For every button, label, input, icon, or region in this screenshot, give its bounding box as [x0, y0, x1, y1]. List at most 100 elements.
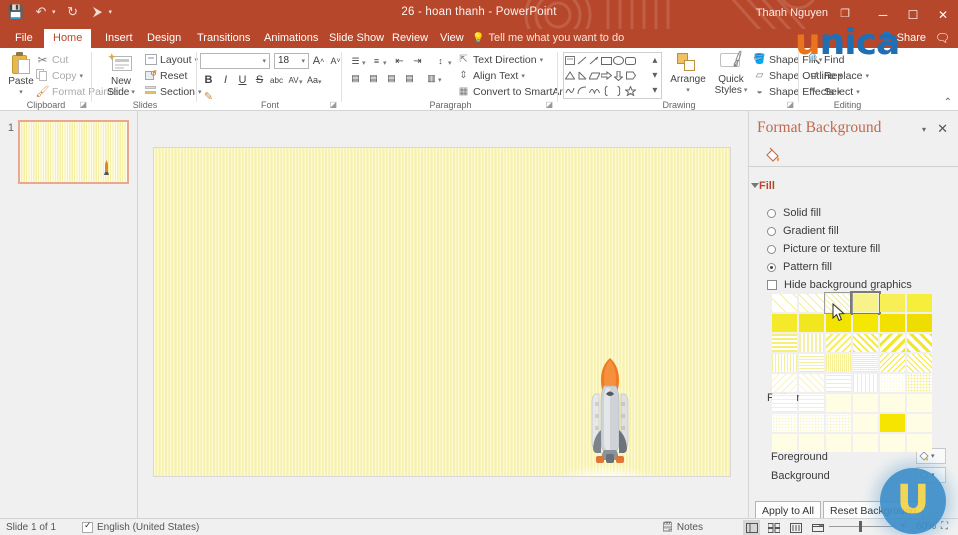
tab-review[interactable]: Review: [383, 29, 437, 48]
picture-texture-fill-radio[interactable]: [767, 245, 776, 254]
account-user-name[interactable]: Thanh Nguyen: [756, 7, 828, 19]
maximize-button[interactable]: ☐: [898, 0, 928, 29]
tab-insert[interactable]: Insert: [96, 29, 142, 48]
foreground-color-dropdown-icon[interactable]: ▾: [931, 452, 935, 460]
font-size-dropdown-icon[interactable]: ▾: [301, 57, 305, 65]
share-button[interactable]: 👤 Share: [880, 29, 926, 48]
option-pattern-fill[interactable]: Pattern fill: [767, 261, 832, 273]
pattern-swatch-zigzag[interactable]: [772, 394, 797, 412]
find-button[interactable]: 🔍 Find: [806, 52, 846, 67]
pattern-swatch-dashed-horizontal[interactable]: [826, 374, 851, 392]
zoom-in-button[interactable]: +: [900, 521, 906, 532]
shape-down-arrow[interactable]: [613, 68, 625, 83]
pattern-swatch-pct70[interactable]: [826, 314, 851, 332]
font-size-box[interactable]: 18 ▾: [274, 53, 309, 69]
pattern-swatch-dotted-grid[interactable]: [799, 414, 824, 432]
tab-view[interactable]: View: [431, 29, 473, 48]
pattern-swatch-pct5[interactable]: [772, 294, 797, 312]
replace-button[interactable]: ⇄ Replace ▾: [806, 68, 871, 83]
pattern-swatch-dark-vertical[interactable]: [799, 334, 824, 352]
pattern-swatch-grid[interactable]: [772, 294, 932, 452]
pattern-swatch-small-checker-board[interactable]: [826, 434, 851, 452]
character-spacing-dropdown-icon[interactable]: ▾: [299, 78, 303, 86]
pattern-swatch-dark-horizontal[interactable]: [772, 334, 797, 352]
strikethrough-button[interactable]: abc: [268, 72, 285, 88]
pattern-swatch-pct80[interactable]: [880, 314, 905, 332]
pattern-swatch-trellis[interactable]: [880, 414, 905, 432]
comments-icon[interactable]: 🗨: [935, 31, 950, 45]
shadow-button[interactable]: S: [251, 72, 268, 88]
slide-sorter-view-button[interactable]: [765, 520, 782, 535]
text-direction-dropdown-icon[interactable]: ▾: [540, 56, 544, 64]
shape-triangle[interactable]: [564, 68, 576, 83]
pattern-swatch-sphere[interactable]: [907, 414, 932, 432]
pattern-swatch-pct90[interactable]: [907, 314, 932, 332]
increase-indent-button[interactable]: ⇥: [409, 53, 426, 69]
option-picture-texture-fill[interactable]: Picture or texture fill: [767, 243, 880, 255]
quick-styles-dropdown-icon[interactable]: ▾: [744, 85, 748, 96]
pattern-swatch-pct40[interactable]: [907, 294, 932, 312]
zoom-slider[interactable]: [829, 526, 895, 527]
pattern-swatch-light-horizontal[interactable]: [799, 354, 824, 372]
pattern-swatch-pct25[interactable]: [853, 294, 878, 312]
pattern-swatch-light-downward-diagonal[interactable]: [880, 354, 905, 372]
collapse-ribbon-icon[interactable]: ⌃: [944, 97, 952, 108]
select-button[interactable]: ↖ Select ▾: [806, 84, 862, 99]
pane-options-icon[interactable]: ▾: [922, 125, 926, 134]
shape-textbox[interactable]: [564, 53, 576, 68]
arrange-dropdown-icon[interactable]: ▾: [686, 85, 690, 96]
zoom-out-button[interactable]: −: [818, 521, 824, 532]
shape-rounded-rectangle[interactable]: [625, 53, 637, 68]
pattern-swatch-outlined-diamond[interactable]: [880, 434, 905, 452]
pattern-swatch-narrow-horizontal[interactable]: [853, 354, 878, 372]
hide-background-graphics-checkbox[interactable]: [767, 280, 777, 290]
pattern-swatch-solid-diamond[interactable]: [907, 434, 932, 452]
increase-font-size-button[interactable]: A˄: [310, 53, 327, 69]
background-color-button[interactable]: ▾: [916, 467, 946, 483]
pattern-swatch-small-confetti[interactable]: [880, 374, 905, 392]
pattern-swatch-pct30[interactable]: [880, 294, 905, 312]
shape-star[interactable]: [625, 83, 637, 98]
normal-view-button[interactable]: [743, 520, 760, 535]
align-text-button[interactable]: ⇕ Align Text ▾: [455, 68, 527, 83]
select-dropdown-icon[interactable]: ▾: [856, 88, 860, 96]
pattern-swatch-wide-upward-diagonal[interactable]: [907, 334, 932, 352]
tab-home[interactable]: Home: [44, 29, 91, 48]
font-name-box[interactable]: ▾: [200, 53, 270, 69]
shapes-gallery[interactable]: ▴ ▾ ▾: [563, 52, 662, 99]
shape-curly-brace-right[interactable]: [613, 83, 625, 98]
reading-view-button[interactable]: [787, 520, 804, 535]
gradient-fill-radio[interactable]: [767, 227, 776, 236]
pattern-swatch-light-vertical[interactable]: [772, 354, 797, 372]
tell-me-search[interactable]: 💡 Tell me what you want to do: [472, 29, 624, 48]
tab-design[interactable]: Design: [138, 29, 190, 48]
tab-animations[interactable]: Animations: [255, 29, 327, 48]
pattern-swatch-pct10[interactable]: [799, 294, 824, 312]
solid-fill-radio[interactable]: [767, 209, 776, 218]
shape-scribble[interactable]: [564, 83, 576, 98]
slide-thumbnail-1[interactable]: [18, 120, 129, 184]
shape-oval[interactable]: [613, 53, 625, 68]
zoom-slider-handle[interactable]: [859, 521, 862, 532]
align-center-button[interactable]: ▤: [365, 70, 382, 86]
layout-button[interactable]: Layout ▾: [143, 52, 200, 67]
copy-dropdown-icon[interactable]: ▾: [80, 72, 84, 80]
line-spacing-button[interactable]: ↕: [432, 53, 449, 69]
shape-curly-brace-left[interactable]: [600, 83, 612, 98]
shape-right-triangle[interactable]: [576, 68, 588, 83]
account-switch-icon[interactable]: ❐: [840, 7, 850, 20]
shape-line-arrow[interactable]: [588, 53, 600, 68]
shapes-more-icon[interactable]: ▾: [649, 83, 661, 98]
font-dialog-launcher[interactable]: ◪: [329, 100, 337, 109]
pattern-swatch-large-grid[interactable]: [799, 434, 824, 452]
pattern-swatch-dark-downward-diagonal[interactable]: [826, 334, 851, 352]
italic-button[interactable]: I: [217, 72, 234, 88]
change-case-dropdown-icon[interactable]: ▾: [318, 78, 322, 86]
pattern-swatch-pct50[interactable]: [772, 314, 797, 332]
pattern-swatch-pct20[interactable]: [826, 294, 851, 312]
option-gradient-fill[interactable]: Gradient fill: [767, 225, 839, 237]
pattern-swatch-dashed-upward-diagonal[interactable]: [799, 374, 824, 392]
shape-arc[interactable]: [576, 83, 588, 98]
pattern-swatch-large-confetti[interactable]: [907, 374, 932, 392]
decrease-indent-button[interactable]: ⇤: [391, 53, 408, 69]
